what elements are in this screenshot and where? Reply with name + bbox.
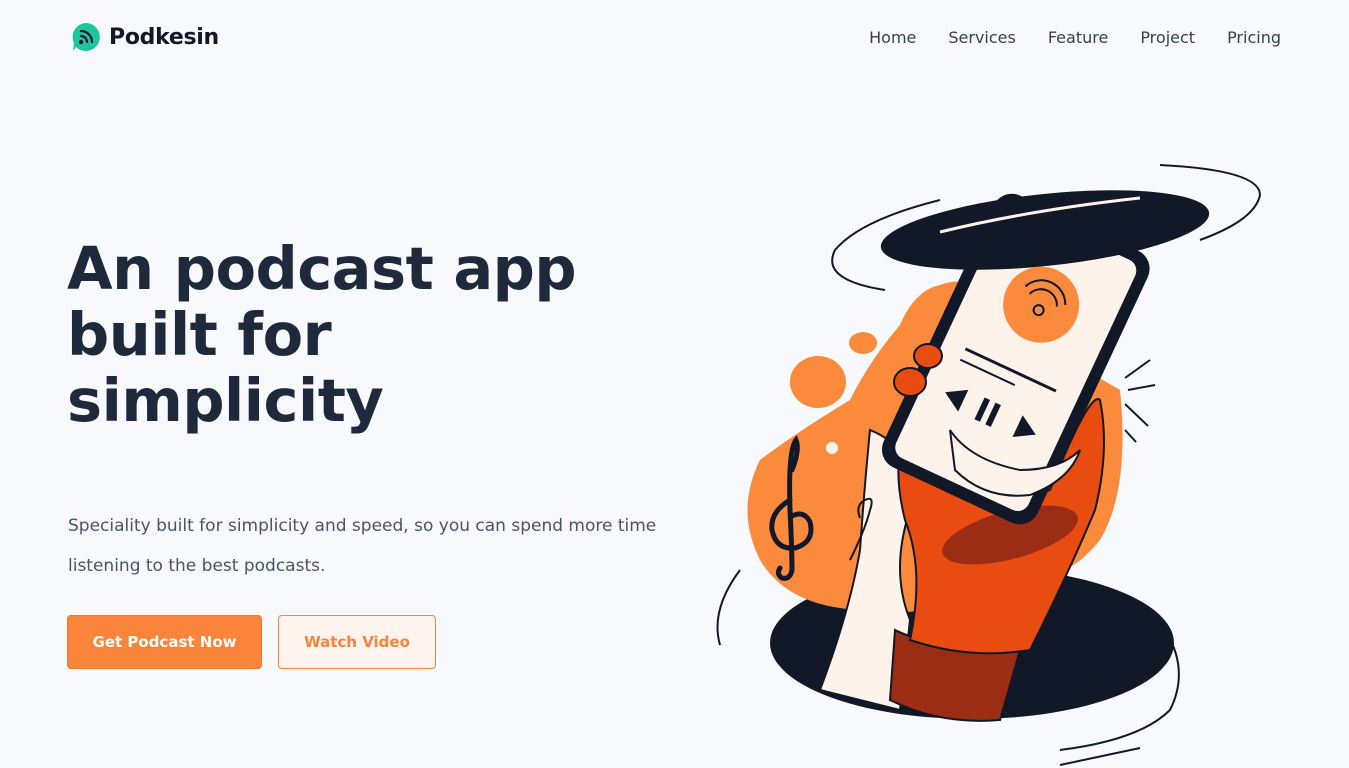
- swirl-line: [1059, 747, 1141, 766]
- orange-dot: [790, 356, 846, 408]
- nav-project[interactable]: Project: [1140, 28, 1195, 47]
- podcast-signal-icon: [72, 23, 100, 51]
- hero-subtitle: Speciality built for simplicity and spee…: [68, 516, 657, 576]
- hero-title-line: An podcast app: [67, 234, 577, 303]
- motion-line: [1124, 403, 1149, 427]
- fingertip: [913, 343, 943, 369]
- brand-name: Podkesin: [109, 24, 219, 50]
- motion-line: [1124, 429, 1137, 443]
- logo[interactable]: Podkesin: [70, 21, 219, 53]
- site-header: Podkesin Home Services Feature Project P…: [0, 0, 1349, 80]
- watch-video-button[interactable]: Watch Video: [278, 615, 436, 669]
- main-nav: Home Services Feature Project Pricing: [837, 28, 1281, 47]
- motion-line: [1124, 359, 1151, 379]
- get-podcast-button[interactable]: Get Podcast Now: [67, 615, 262, 669]
- fingertip: [893, 367, 927, 397]
- orange-dot: [849, 332, 877, 354]
- hero-title: An podcast app built for simplicity: [67, 236, 667, 434]
- hero-title-line: simplicity: [67, 366, 384, 435]
- hero-title-line: built for: [67, 300, 332, 369]
- motion-line: [1127, 384, 1156, 391]
- highlight-dot: [826, 442, 838, 454]
- nav-home[interactable]: Home: [869, 28, 916, 47]
- hero-illustration: [716, 164, 1262, 766]
- nav-feature[interactable]: Feature: [1048, 28, 1108, 47]
- swirl-line: [716, 569, 741, 646]
- nav-pricing[interactable]: Pricing: [1227, 28, 1281, 47]
- nav-services[interactable]: Services: [948, 28, 1015, 47]
